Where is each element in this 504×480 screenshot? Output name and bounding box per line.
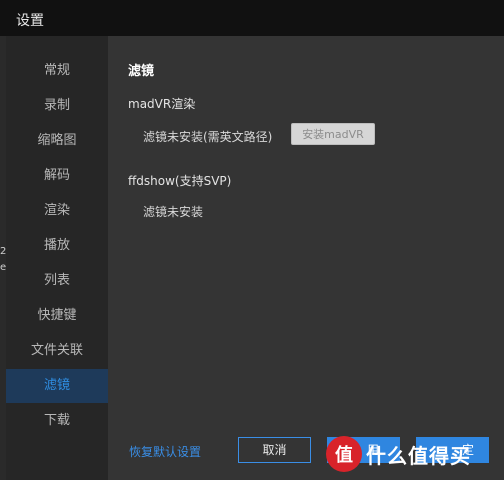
sidebar-item-render[interactable]: 渲染 — [6, 194, 108, 228]
watermark: 值 什么值得买 — [326, 436, 496, 472]
madvr-status: 滤镜未安装(需英文路径) — [143, 130, 273, 144]
title-bar: 设置 — [0, 0, 504, 36]
sidebar-item-thumbnail[interactable]: 缩略图 — [6, 124, 108, 158]
sidebar-item-general[interactable]: 常规 — [6, 54, 108, 88]
sidebar-item-decode[interactable]: 解码 — [6, 159, 108, 193]
settings-content: 滤镜 madVR渲染 滤镜未安装(需英文路径) 安装madVR ffdshow(… — [108, 36, 504, 480]
sidebar-item-playlist[interactable]: 列表 — [6, 264, 108, 298]
madvr-label: madVR渲染 — [128, 97, 196, 111]
watermark-text: 什么值得买 — [366, 444, 471, 468]
watermark-logo-icon: 值 — [326, 436, 362, 472]
sidebar-item-playback[interactable]: 播放 — [6, 229, 108, 263]
window-title: 设置 — [16, 13, 44, 29]
sidebar-item-record[interactable]: 录制 — [6, 89, 108, 123]
ffdshow-label: ffdshow(支持SVP) — [128, 174, 232, 188]
section-title: 滤镜 — [128, 64, 155, 79]
svg-text:值: 值 — [335, 444, 353, 466]
sidebar-item-filters[interactable]: 滤镜 — [6, 369, 108, 403]
cancel-button[interactable]: 取消 — [238, 437, 311, 463]
settings-sidebar: 常规 录制 缩略图 解码 渲染 播放 列表 快捷键 文件关联 滤镜 下载 — [6, 36, 108, 480]
ffdshow-status: 滤镜未安装 — [143, 205, 204, 219]
sidebar-item-download[interactable]: 下载 — [6, 404, 108, 438]
restore-defaults-link[interactable]: 恢复默认设置 — [129, 443, 201, 460]
install-madvr-button[interactable]: 安装madVR — [291, 123, 375, 145]
sidebar-item-file-assoc[interactable]: 文件关联 — [6, 334, 108, 368]
sidebar-item-hotkeys[interactable]: 快捷键 — [6, 299, 108, 333]
